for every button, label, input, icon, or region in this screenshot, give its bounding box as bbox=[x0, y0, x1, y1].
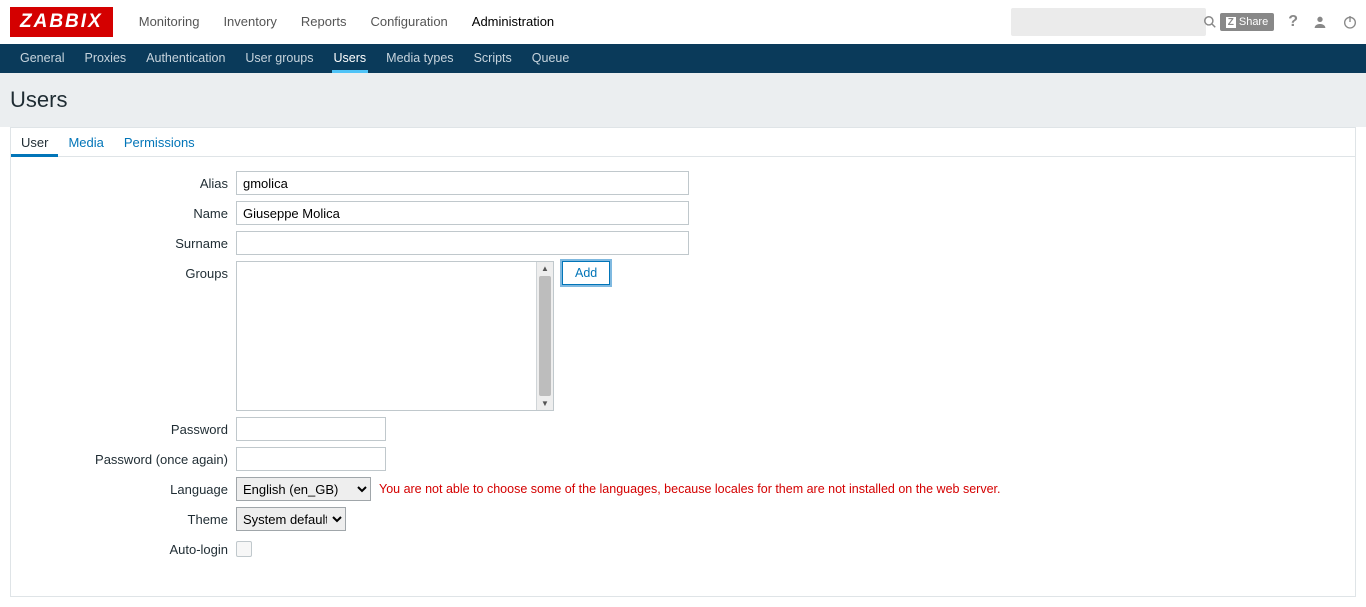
tab-user[interactable]: User bbox=[11, 128, 58, 157]
scroll-down-icon[interactable]: ▼ bbox=[537, 397, 553, 410]
scroll-up-icon[interactable]: ▲ bbox=[537, 262, 553, 275]
surname-label: Surname bbox=[21, 231, 236, 251]
subnav-general[interactable]: General bbox=[10, 44, 74, 73]
sub-nav: General Proxies Authentication User grou… bbox=[0, 44, 1366, 73]
subnav-media-types[interactable]: Media types bbox=[376, 44, 463, 73]
language-select[interactable]: English (en_GB) bbox=[236, 477, 371, 501]
tabs: User Media Permissions bbox=[11, 128, 1355, 157]
theme-select[interactable]: System default bbox=[236, 507, 346, 531]
name-input[interactable] bbox=[236, 201, 689, 225]
zabbix-logo[interactable]: ZABBIX bbox=[10, 7, 113, 37]
subnav-users[interactable]: Users bbox=[324, 44, 377, 73]
share-z-icon: Z bbox=[1226, 17, 1236, 28]
password-label: Password bbox=[21, 417, 236, 437]
share-label: Share bbox=[1239, 16, 1268, 28]
help-icon[interactable]: ? bbox=[1288, 13, 1298, 31]
alias-label: Alias bbox=[21, 171, 236, 191]
groups-label: Groups bbox=[21, 261, 236, 281]
scroll-thumb[interactable] bbox=[539, 276, 551, 396]
nav-monitoring[interactable]: Monitoring bbox=[127, 0, 212, 44]
listbox-scrollbar[interactable]: ▲ ▼ bbox=[536, 262, 553, 410]
main-nav: Monitoring Inventory Reports Configurati… bbox=[127, 0, 1011, 44]
groups-add-button[interactable]: Add bbox=[562, 261, 610, 285]
language-warning: You are not able to choose some of the l… bbox=[379, 477, 1000, 501]
share-button[interactable]: Z Share bbox=[1220, 13, 1274, 31]
subnav-user-groups[interactable]: User groups bbox=[235, 44, 323, 73]
nav-configuration[interactable]: Configuration bbox=[358, 0, 459, 44]
subnav-proxies[interactable]: Proxies bbox=[74, 44, 136, 73]
tab-permissions[interactable]: Permissions bbox=[114, 128, 205, 156]
user-form: Alias Name Surname Groups ▲ bbox=[11, 157, 1355, 577]
password2-label: Password (once again) bbox=[21, 447, 236, 467]
search-input[interactable] bbox=[1011, 15, 1203, 30]
search-box bbox=[1011, 8, 1206, 36]
groups-listbox[interactable]: ▲ ▼ bbox=[236, 261, 554, 411]
surname-input[interactable] bbox=[236, 231, 689, 255]
nav-reports[interactable]: Reports bbox=[289, 0, 359, 44]
subnav-authentication[interactable]: Authentication bbox=[136, 44, 235, 73]
logout-icon[interactable] bbox=[1342, 14, 1358, 30]
name-label: Name bbox=[21, 201, 236, 221]
nav-inventory[interactable]: Inventory bbox=[211, 0, 288, 44]
alias-input[interactable] bbox=[236, 171, 689, 195]
content-panel: User Media Permissions Alias Name Surnam… bbox=[10, 127, 1356, 597]
nav-administration[interactable]: Administration bbox=[460, 0, 566, 44]
password-input[interactable] bbox=[236, 417, 386, 441]
user-icon[interactable] bbox=[1312, 14, 1328, 30]
theme-label: Theme bbox=[21, 507, 236, 527]
autologin-label: Auto-login bbox=[21, 537, 236, 557]
autologin-checkbox[interactable] bbox=[236, 541, 252, 557]
password2-input[interactable] bbox=[236, 447, 386, 471]
subnav-queue[interactable]: Queue bbox=[522, 44, 580, 73]
tab-media[interactable]: Media bbox=[58, 128, 113, 156]
page-title: Users bbox=[10, 87, 1356, 113]
language-label: Language bbox=[21, 477, 236, 497]
search-icon[interactable] bbox=[1203, 15, 1217, 29]
